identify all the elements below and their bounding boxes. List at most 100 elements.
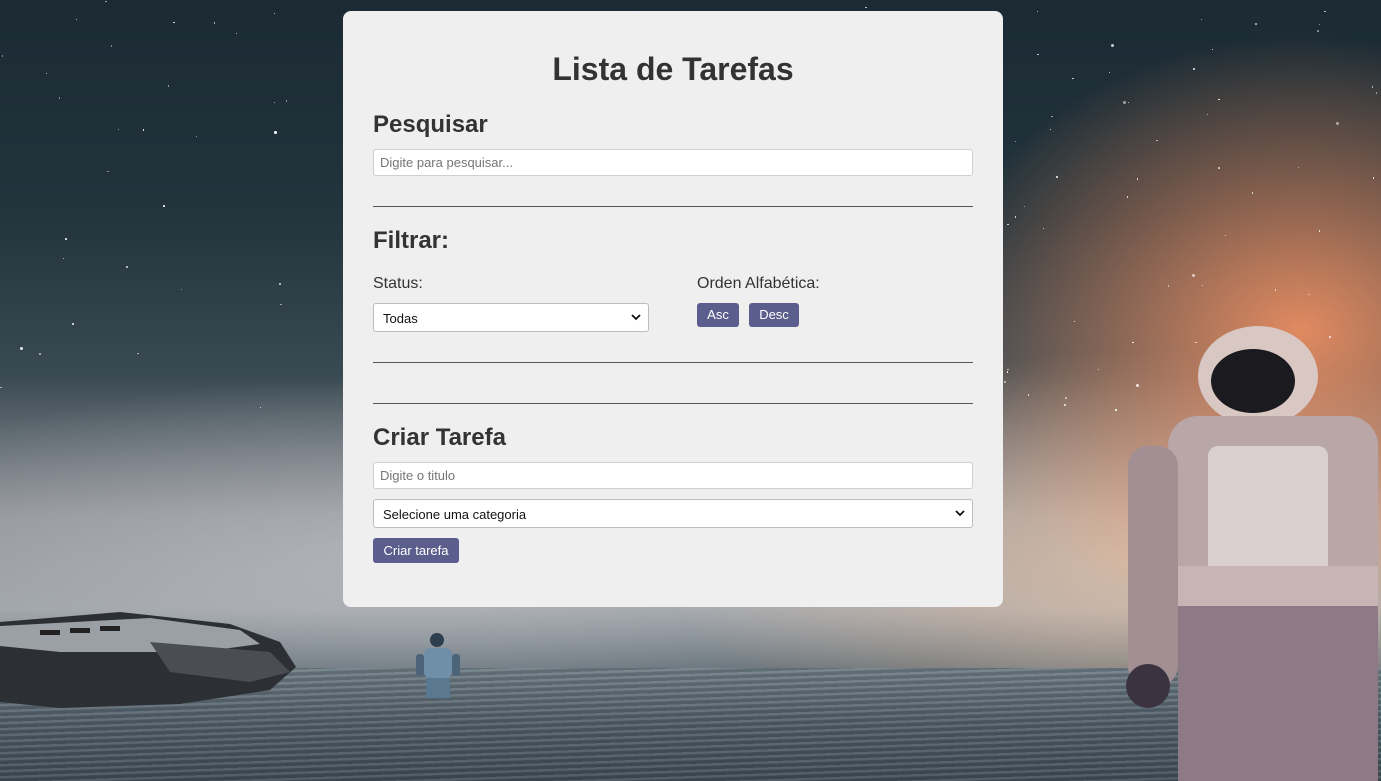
star xyxy=(280,303,282,306)
star xyxy=(1023,205,1026,208)
star xyxy=(163,205,165,207)
chevron-down-icon xyxy=(631,314,641,321)
create-task-button[interactable]: Criar tarefa xyxy=(373,538,459,563)
star xyxy=(1064,404,1066,406)
create-heading: Criar Tarefa xyxy=(373,424,506,451)
star xyxy=(173,21,175,24)
star xyxy=(865,6,867,9)
star xyxy=(1073,320,1076,323)
star xyxy=(259,406,262,409)
star xyxy=(1167,285,1170,287)
star xyxy=(1051,115,1053,118)
order-label: Orden Alfabética: xyxy=(697,275,820,292)
star xyxy=(1324,10,1326,13)
sort-asc-button[interactable]: Asc xyxy=(697,303,739,327)
star xyxy=(273,12,276,14)
star xyxy=(1317,30,1319,32)
star xyxy=(1193,68,1195,70)
star xyxy=(1274,289,1277,291)
star xyxy=(1004,381,1006,383)
status-select-value: Todas xyxy=(383,311,418,326)
star xyxy=(195,135,197,138)
star xyxy=(1007,368,1009,371)
star xyxy=(1191,274,1195,278)
astronaut-large-image xyxy=(1126,326,1378,781)
spaceship-image xyxy=(0,612,296,708)
star xyxy=(39,353,41,355)
star xyxy=(235,32,237,35)
star xyxy=(167,85,170,87)
star xyxy=(1255,23,1257,25)
star xyxy=(58,97,61,99)
star xyxy=(1108,71,1111,74)
star xyxy=(105,0,107,3)
category-select[interactable]: Selecione uma categoria xyxy=(373,499,973,528)
star xyxy=(285,100,288,102)
status-select[interactable]: Todas xyxy=(373,303,649,332)
astronaut-small-image xyxy=(416,633,460,698)
star xyxy=(1127,101,1130,104)
star xyxy=(1049,128,1052,131)
star xyxy=(1156,139,1158,142)
star xyxy=(1072,77,1074,80)
star xyxy=(142,129,144,131)
star xyxy=(273,101,276,104)
star xyxy=(1,55,4,57)
star xyxy=(126,266,128,268)
star xyxy=(1122,100,1126,104)
search-heading: Pesquisar xyxy=(373,111,488,138)
star xyxy=(1308,293,1310,296)
star xyxy=(1136,178,1138,180)
star xyxy=(1007,223,1009,226)
divider xyxy=(373,206,973,207)
star xyxy=(0,386,2,389)
star xyxy=(1297,166,1300,169)
star xyxy=(137,352,139,355)
divider xyxy=(373,403,973,404)
star xyxy=(1211,48,1214,51)
star xyxy=(45,72,48,75)
star xyxy=(19,346,23,350)
sort-desc-button[interactable]: Desc xyxy=(749,303,799,327)
star xyxy=(1036,10,1039,13)
star xyxy=(72,323,74,325)
chevron-down-icon xyxy=(955,510,965,517)
task-title-input[interactable] xyxy=(373,462,973,489)
star xyxy=(107,170,109,173)
star xyxy=(1201,284,1204,287)
page-title: Lista de Tarefas xyxy=(552,51,794,87)
star xyxy=(1218,167,1220,169)
star xyxy=(180,288,183,291)
star xyxy=(1126,196,1129,198)
star xyxy=(1111,43,1115,47)
star xyxy=(1318,230,1321,232)
star xyxy=(1097,368,1099,371)
status-label: Status: xyxy=(373,275,423,292)
star xyxy=(279,283,281,285)
search-input[interactable] xyxy=(373,149,973,176)
star xyxy=(1006,371,1009,373)
star xyxy=(1037,53,1039,56)
star xyxy=(1042,227,1045,230)
star xyxy=(1251,192,1254,194)
star xyxy=(1056,176,1058,178)
star xyxy=(1014,140,1017,143)
star xyxy=(274,130,278,134)
star xyxy=(75,18,78,21)
task-panel: Lista de Tarefas Pesquisar Filtrar: Stat… xyxy=(343,11,1003,607)
star xyxy=(1224,234,1227,237)
star xyxy=(1371,86,1374,88)
star xyxy=(213,22,216,24)
star xyxy=(1065,397,1067,399)
star xyxy=(1335,122,1339,126)
star xyxy=(1375,92,1378,94)
star xyxy=(1218,98,1220,101)
star xyxy=(117,128,120,131)
star xyxy=(65,238,67,240)
filter-heading: Filtrar: xyxy=(373,227,450,254)
category-select-value: Selecione uma categoria xyxy=(383,507,527,522)
star xyxy=(62,257,65,260)
star xyxy=(110,45,113,47)
star xyxy=(1206,113,1209,116)
star xyxy=(1027,394,1030,396)
